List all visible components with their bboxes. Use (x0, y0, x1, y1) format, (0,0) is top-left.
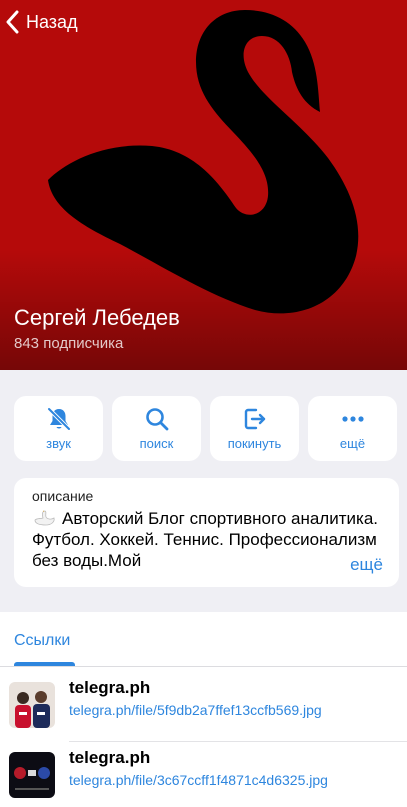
link-title: telegra.ph (69, 748, 151, 767)
back-button[interactable]: Назад (6, 8, 78, 36)
action-bar: звук поиск покинуть ещё (14, 396, 399, 461)
leave-label: покинуть (227, 436, 282, 451)
link-url[interactable]: telegra.ph/file/5f9db2a7ffef13ccfb569.jp… (69, 702, 322, 718)
description-card: описание Авторский Блог спортивного анал… (14, 478, 399, 587)
link-thumbnail (9, 682, 55, 728)
mute-button[interactable]: звук (14, 396, 103, 461)
channel-header: Назад Сергей Лебедев 843 подписчика (0, 0, 407, 370)
link-item[interactable]: telegra.ph telegra.ph/file/5f9db2a7ffef1… (0, 678, 407, 742)
chevron-left-icon (6, 10, 19, 34)
leave-button[interactable]: покинуть (210, 396, 299, 461)
more-dots-icon (341, 416, 364, 422)
search-label: поиск (139, 436, 174, 451)
description-label: описание (32, 488, 94, 504)
link-url[interactable]: telegra.ph/file/3c67ccff1f4871c4d6325.jp… (69, 772, 328, 788)
back-label: Назад (26, 11, 78, 32)
description-more-link[interactable]: ещё (324, 555, 383, 575)
channel-name: Сергей Лебедев (14, 305, 180, 330)
link-thumbnail (9, 752, 55, 798)
shared-media-panel: Ссылки telegra.ph telegra.ph/file/5f9db2… (0, 612, 407, 807)
item-divider (69, 741, 407, 742)
search-icon (145, 408, 168, 431)
subscriber-count: 843 подписчика (14, 335, 124, 352)
players-photo-image (9, 682, 55, 728)
link-item[interactable]: telegra.ph telegra.ph/file/3c67ccff1f487… (0, 748, 407, 807)
more-button[interactable]: ещё (308, 396, 397, 461)
link-title: telegra.ph (69, 678, 151, 697)
more-label: ещё (339, 436, 366, 451)
mute-label: звук (46, 436, 71, 451)
tab-links[interactable]: Ссылки (14, 632, 70, 650)
leave-icon (244, 408, 265, 430)
match-preview-image (9, 752, 55, 798)
search-button[interactable]: поиск (112, 396, 201, 461)
bell-slash-icon (47, 407, 70, 431)
swan-emoji-icon (34, 510, 55, 526)
tab-divider (0, 666, 407, 667)
